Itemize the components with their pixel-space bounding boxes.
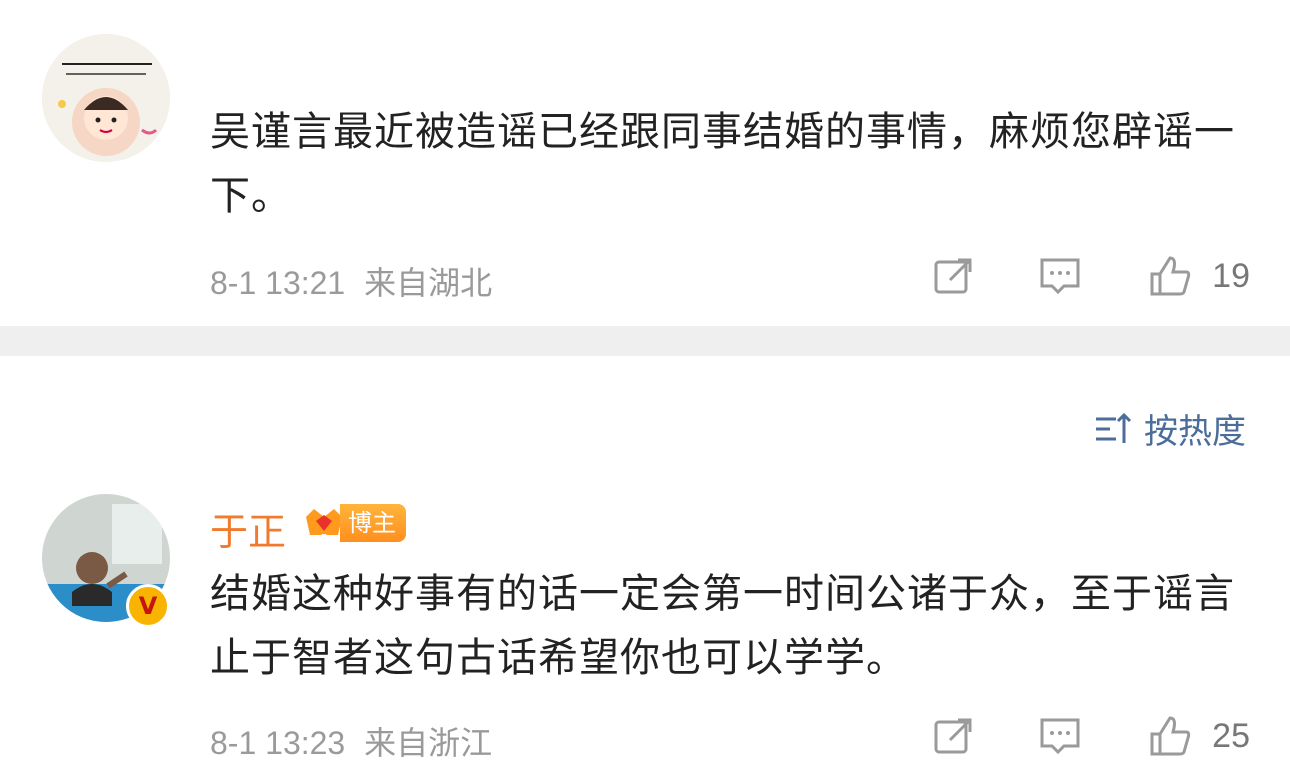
sticker-avatar-icon: [42, 34, 170, 162]
sort-button[interactable]: 按热度: [1092, 404, 1246, 453]
section-divider: [0, 326, 1290, 356]
comment-location: 来自浙江: [364, 725, 493, 761]
blogger-badge: 7 博主: [302, 503, 406, 544]
svg-text:7: 7: [321, 533, 327, 544]
post-meta: 8-1 13:21 来自湖北: [210, 258, 492, 304]
comment: 按热度 V 于正 7 博主 结婚这种好事有的话一定会第一时间公诸于众，至于谣言止…: [0, 356, 1290, 762]
comment-icon[interactable]: [1036, 252, 1084, 300]
post: 吴谨言最近被造谣已经跟同事结婚的事情，麻烦您辟谣一下。 8-1 13:21 来自…: [0, 0, 1290, 326]
post-actions: 19: [930, 250, 1250, 302]
comment-timestamp: 8-1 13:23: [210, 725, 346, 761]
share-icon[interactable]: [930, 252, 978, 300]
like-count: 25: [1212, 716, 1250, 755]
comment-icon[interactable]: [1036, 712, 1084, 760]
sort-label: 按热度: [1144, 412, 1246, 452]
post-text: 吴谨言最近被造谣已经跟同事结婚的事情，麻烦您辟谣一下。: [210, 109, 1235, 219]
avatar[interactable]: [42, 34, 170, 162]
share-icon[interactable]: [930, 712, 978, 760]
post-timestamp: 8-1 13:21: [210, 265, 346, 301]
thumbs-up-icon[interactable]: [1146, 712, 1194, 760]
thumbs-up-icon[interactable]: [1146, 252, 1194, 300]
comment-meta: 8-1 13:23 来自浙江: [210, 718, 492, 764]
verified-v-icon: V: [126, 584, 170, 628]
comment-text: 结婚这种好事有的话一定会第一时间公诸于众，至于谣言止于智者这句古话希望你也可以学…: [210, 571, 1235, 681]
username[interactable]: 于正: [210, 501, 286, 556]
post-location: 来自湖北: [364, 265, 493, 301]
like-count: 19: [1212, 256, 1250, 295]
sort-icon: [1092, 409, 1132, 449]
comment-actions: 25: [930, 710, 1250, 762]
badge-label: 博主: [340, 504, 406, 542]
